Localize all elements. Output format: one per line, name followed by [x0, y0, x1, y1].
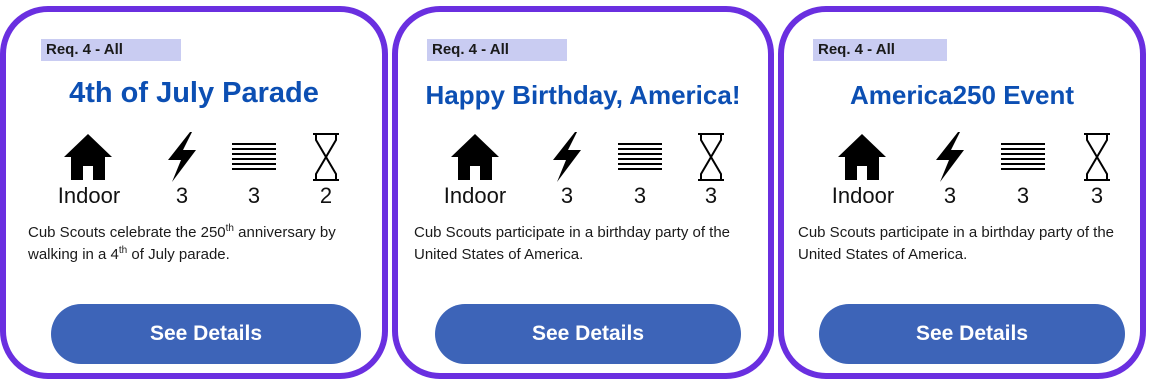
lightning-bolt-icon	[156, 130, 208, 184]
supplies-value: 3	[633, 183, 647, 208]
activity-title: America250 Event	[849, 80, 1075, 110]
location-value: Indoor	[57, 183, 121, 208]
requirement-badge: Req. 4 - All	[813, 39, 947, 61]
energy-value: 3	[175, 183, 189, 208]
prep-time-value: 3	[1090, 183, 1104, 208]
requirement-badge: Req. 4 - All	[427, 39, 567, 61]
activity-card: Req. 4 - All 4th of July Parade Indoor 3	[0, 6, 388, 379]
lightning-bolt-icon	[541, 130, 593, 184]
requirement-badge: Req. 4 - All	[41, 39, 181, 61]
activity-title: 4th of July Parade	[69, 77, 319, 109]
activity-description: Cub Scouts participate in a birthday par…	[798, 224, 1115, 263]
see-details-button[interactable]: See Details	[435, 304, 741, 364]
house-icon	[62, 130, 114, 184]
lines-list-icon	[997, 130, 1049, 184]
energy-value: 3	[943, 183, 957, 208]
house-icon	[449, 130, 501, 184]
lines-list-icon	[614, 130, 666, 184]
energy-value: 3	[560, 183, 574, 208]
activity-description: Cub Scouts participate in a birthday par…	[414, 224, 731, 263]
activity-card: Req. 4 - All America250 Event Indoor 3 3	[778, 6, 1146, 379]
activity-card: Req. 4 - All Happy Birthday, America! In…	[392, 6, 774, 379]
prep-time-value: 2	[319, 183, 333, 208]
location-value: Indoor	[831, 183, 895, 208]
lines-list-icon	[228, 130, 280, 184]
location-value: Indoor	[443, 183, 507, 208]
hourglass-icon	[685, 130, 737, 184]
supplies-value: 3	[247, 183, 261, 208]
hourglass-icon	[1071, 130, 1123, 184]
activity-description: Cub Scouts celebrate the 250th anniversa…	[28, 223, 336, 264]
lightning-bolt-icon	[924, 130, 976, 184]
hourglass-icon	[300, 130, 352, 184]
supplies-value: 3	[1016, 183, 1030, 208]
prep-time-value: 3	[704, 183, 718, 208]
see-details-button[interactable]: See Details	[819, 304, 1125, 364]
house-icon	[836, 130, 888, 184]
see-details-button[interactable]: See Details	[51, 304, 361, 364]
activity-title: Happy Birthday, America!	[425, 80, 741, 110]
